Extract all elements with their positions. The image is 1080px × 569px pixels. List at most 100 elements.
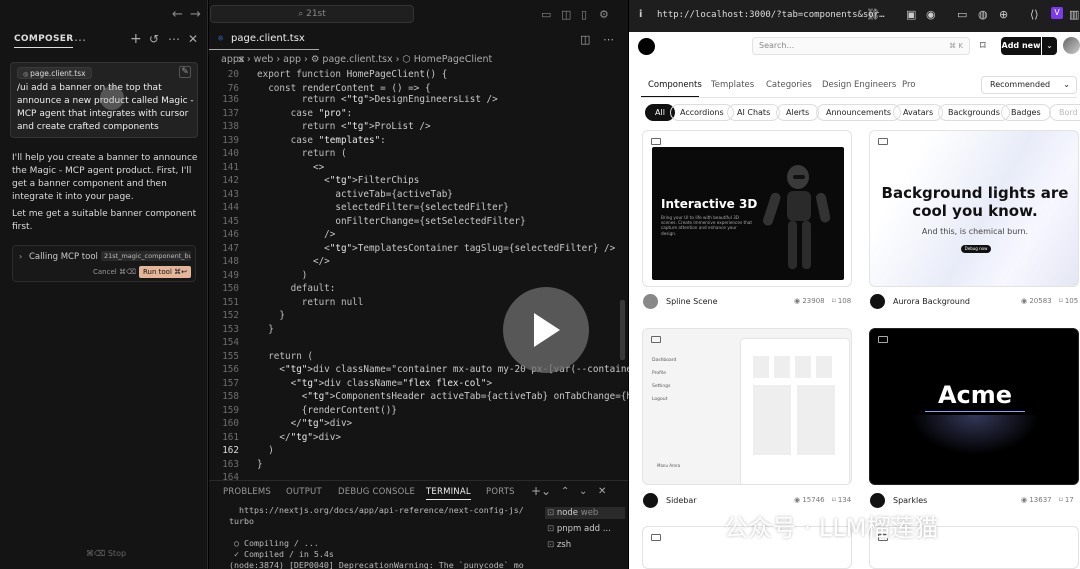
terminal-process-zsh[interactable]: ⊡ zsh [545, 539, 625, 551]
tab-templates[interactable]: Templates [711, 80, 754, 90]
editor-scrollbar[interactable] [620, 300, 625, 360]
author-avatar[interactable] [870, 294, 885, 309]
code-line[interactable]: 163} [209, 458, 628, 472]
chevron-down-icon[interactable]: ⌄ [1042, 37, 1057, 55]
tab-design-engineers[interactable]: Design Engineers [822, 80, 896, 90]
code-icon[interactable]: ⟨⟩ [1030, 8, 1039, 21]
tab-output[interactable]: OUTPUT [286, 487, 322, 497]
site-logo[interactable] [638, 38, 655, 55]
terminal-output[interactable]: https://nextjs.org/docs/app/api-referenc… [229, 505, 534, 569]
tab-page-client[interactable]: page.client.tsx ✕ [209, 28, 319, 66]
tab-problems[interactable]: PROBLEMS [223, 487, 271, 497]
tab-components[interactable]: Components [648, 80, 702, 90]
add-new-button[interactable]: Add new [1001, 37, 1041, 55]
layout-split-icon[interactable]: ▯ [581, 8, 587, 22]
close-icon[interactable]: ✕ [188, 33, 198, 45]
sidebar-icon[interactable]: ▥ [1069, 8, 1079, 21]
component-card-spline[interactable]: Interactive 3D Bring your UI to life wit… [642, 130, 852, 287]
stop-button[interactable]: ⌘⌫ Stop [86, 549, 126, 558]
code-line[interactable]: 140 return ( [209, 147, 628, 161]
chip-borders[interactable]: Bord [1049, 104, 1080, 121]
chip-alerts[interactable]: Alerts [776, 104, 820, 121]
site-search-input[interactable]: Search... ⌘ K [752, 37, 970, 55]
back-arrow-icon[interactable]: ← [172, 8, 183, 22]
card-title[interactable]: Aurora Background [893, 297, 970, 306]
avatar[interactable] [1063, 37, 1080, 54]
info-icon[interactable]: i [639, 9, 642, 20]
tab-debug-console[interactable]: DEBUG CONSOLE [338, 487, 415, 497]
more-icon[interactable]: ⋯ [74, 34, 86, 46]
history-icon[interactable]: ↺ [149, 33, 159, 45]
code-line[interactable]: 157 <"tg">div className="flex flex-col"> [209, 377, 628, 391]
window-icon[interactable]: ▭ [957, 8, 967, 21]
bookmark-icon[interactable]: ⌑ [980, 39, 986, 52]
link-icon[interactable]: ⛓ [866, 8, 880, 21]
component-card-aurora[interactable]: Background lights are cool you know. And… [869, 130, 1079, 287]
code-line[interactable]: 162 ) [209, 444, 628, 458]
code-line[interactable]: 161 </"tg">div> [209, 431, 628, 445]
sort-select[interactable]: Recommended ⌄ [981, 76, 1077, 94]
tab-terminal[interactable]: TERMINAL [426, 487, 471, 500]
terminal-process-node[interactable]: ⊡ node web [545, 507, 625, 519]
globe-icon[interactable]: ◍ [978, 8, 988, 21]
close-panel-icon[interactable]: ✕ [598, 486, 606, 497]
cancel-tool-button[interactable]: Cancel ⌘⌫ [93, 268, 136, 276]
chip-announcements[interactable]: Announcements [816, 104, 902, 121]
code-line[interactable]: 160 </"tg">div> [209, 417, 628, 431]
code-line[interactable]: 136 return <"tg">DesignEngineersList /> [209, 93, 628, 107]
code-line[interactable]: 146 /> [209, 228, 628, 242]
code-line[interactable]: 158 <"tg">ComponentsHeader activeTab={ac… [209, 390, 677, 404]
more-actions-icon[interactable]: ⋯ [603, 33, 614, 46]
gear-icon[interactable]: ⚙ [599, 8, 609, 22]
split-editor-icon[interactable]: ◫ [580, 33, 590, 46]
card-title[interactable]: Sparkles [893, 496, 927, 505]
code-line[interactable]: 144 selectedFilter={selectedFilter} [209, 201, 628, 215]
chip-ai-chats[interactable]: AI Chats [727, 104, 781, 121]
chevron-right-icon[interactable]: › [19, 252, 22, 261]
tab-pro[interactable]: Pro [902, 80, 916, 90]
command-search[interactable]: ⌕ 21st [210, 5, 414, 23]
code-line[interactable]: 149 ) [209, 269, 628, 283]
code-area[interactable]: 136 return <"tg">DesignEngineersList /> 1… [209, 66, 677, 483]
layout-panel-icon[interactable]: ▭ [541, 8, 551, 22]
camera-icon[interactable]: ◉ [926, 8, 936, 21]
code-line[interactable]: 141 <> [209, 161, 628, 175]
tab-ports[interactable]: PORTS [486, 487, 515, 497]
target-icon[interactable]: ⊕ [999, 8, 1008, 21]
sticky-scroll-line[interactable]: 76 const renderContent = () => { [209, 81, 628, 95]
code-line[interactable]: 145 onFilterChange={setSelectedFilter} [209, 215, 628, 229]
maximize-panel-icon[interactable]: ⌃ [561, 486, 569, 497]
screen-icon[interactable]: ▣ [906, 8, 916, 21]
tab-categories[interactable]: Categories [766, 80, 812, 90]
chip-backgrounds[interactable]: Backgrounds [938, 104, 1010, 121]
composer-title[interactable]: COMPOSER [14, 34, 74, 48]
code-line[interactable]: 159 {renderContent()} [209, 404, 628, 418]
layout-sidebar-icon[interactable]: ◫ [561, 8, 571, 22]
code-line[interactable]: 139 case "templates": [209, 134, 628, 148]
edit-icon[interactable]: ✎ [179, 66, 191, 78]
code-line[interactable]: 143 activeTab={activeTab} [209, 188, 628, 202]
collapse-panel-icon[interactable]: ⌄ [579, 486, 587, 497]
chip-avatars[interactable]: Avatars [893, 104, 944, 121]
new-terminal-icon[interactable]: +⌄ [531, 484, 551, 498]
author-avatar[interactable] [643, 493, 658, 508]
file-context-chip[interactable]: ◎ page.client.tsx [17, 67, 92, 79]
terminal-process-pnpm[interactable]: ⊡ pnpm add ... [545, 523, 625, 535]
author-avatar[interactable] [870, 493, 885, 508]
card-title[interactable]: Spline Scene [666, 297, 718, 306]
component-card-sparkles[interactable]: Acme [869, 328, 1079, 485]
new-chat-icon[interactable]: + [130, 32, 142, 46]
code-line[interactable]: 147 <"tg">TemplatesContainer tagSlug={se… [209, 242, 628, 256]
code-line[interactable]: 148 </> [209, 255, 628, 269]
code-line[interactable]: 137 case "pro": [209, 107, 628, 121]
options-icon[interactable]: ⋯ [168, 33, 180, 45]
chip-accordions[interactable]: Accordions [670, 104, 734, 121]
extension-icon[interactable]: V [1051, 7, 1063, 19]
forward-arrow-icon[interactable]: → [190, 8, 201, 22]
component-card-sidebar[interactable]: Dashboard Profile Settings Logout Manu A… [642, 328, 852, 485]
code-line[interactable]: 142 <"tg">FilterChips [209, 174, 628, 188]
sticky-scroll-line[interactable]: 20 export function HomePageClient() { [209, 68, 628, 82]
chip-badges[interactable]: Badges [1001, 104, 1051, 121]
breadcrumb[interactable]: apps › web › app › ⚙ page.client.tsx › ⬡… [221, 54, 492, 65]
author-avatar[interactable] [643, 294, 658, 309]
